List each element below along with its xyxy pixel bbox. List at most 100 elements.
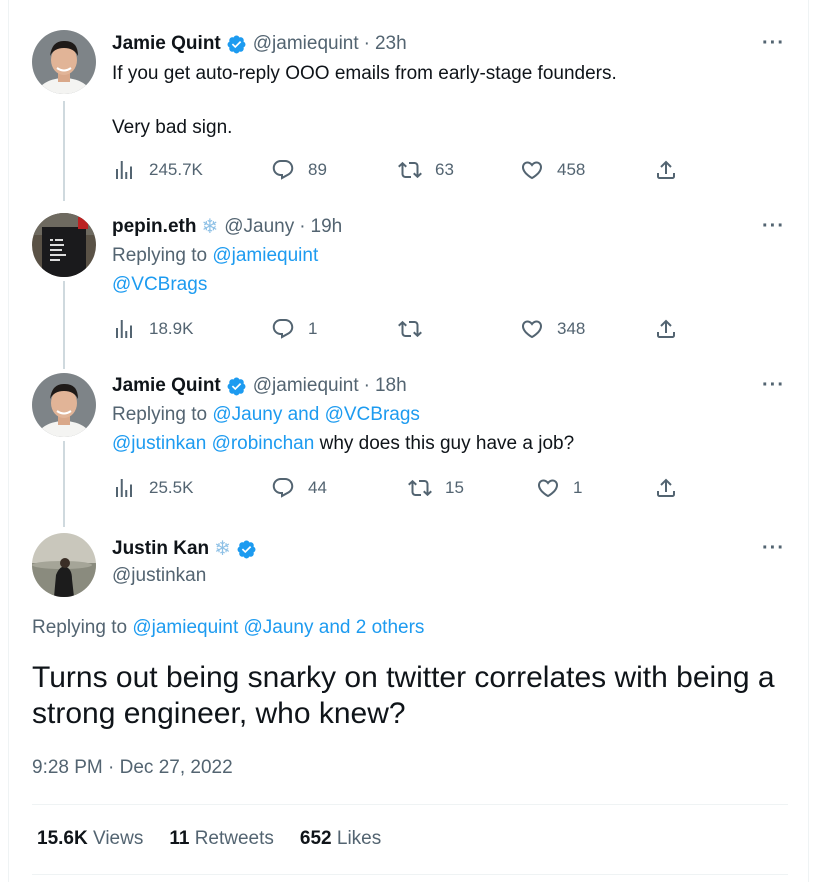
retweets-stat-label: Retweets (194, 828, 274, 849)
views-stat-count: 15.6K (37, 828, 88, 849)
author-handle[interactable]: @Jauny (224, 215, 294, 239)
thread-connector-line (63, 101, 65, 201)
author-name[interactable]: Jamie Quint (112, 374, 221, 398)
author-handle[interactable]: @jamiequint (253, 374, 359, 398)
more-options-icon[interactable]: ··· (762, 538, 788, 563)
more-options-icon[interactable]: ··· (762, 375, 788, 400)
views-button[interactable]: 245.7K (112, 158, 203, 182)
like-button[interactable]: 1 (536, 476, 582, 500)
views-count: 25.5K (149, 478, 194, 497)
separator-dot: · (299, 216, 306, 237)
views-stat-label: Views (92, 828, 144, 849)
like-count: 1 (573, 478, 583, 497)
likes-stat-count: 652 (299, 828, 332, 849)
reply-button[interactable]: 1 (271, 317, 317, 341)
replying-to-prefix: Replying to (112, 404, 208, 425)
divider (32, 804, 788, 805)
mention-link[interactable]: @justinkan (112, 433, 206, 454)
views-icon (116, 320, 132, 338)
separator-dot: · (363, 33, 370, 54)
retweet-count: 63 (435, 160, 454, 179)
replying-to-link[interactable]: @Jauny and @VCBrags (212, 404, 420, 425)
views-count: 18.9K (149, 319, 194, 338)
reply-count: 89 (308, 160, 327, 179)
reply-count: 44 (308, 478, 327, 497)
snowflake-icon: ❄ (201, 216, 219, 238)
heart-icon (537, 479, 559, 498)
tweet-actions: 18.9K 1 348 (112, 317, 682, 341)
author-handle[interactable]: @jamiequint (253, 32, 359, 56)
reply-count: 1 (308, 319, 318, 338)
reply-icon (272, 478, 294, 498)
views-button[interactable]: 18.9K (112, 317, 193, 341)
share-button[interactable] (654, 317, 678, 341)
verified-badge-icon (227, 377, 246, 395)
reply-icon (272, 160, 294, 180)
like-count: 458 (557, 160, 586, 179)
share-icon (657, 319, 675, 338)
retweet-button[interactable] (398, 317, 435, 341)
avatar[interactable] (32, 30, 96, 94)
replying-to-prefix: Replying to (32, 617, 128, 638)
views-count: 245.7K (149, 160, 203, 179)
like-button[interactable]: 348 (520, 317, 585, 341)
tweet-text-body: why does this guy have a job? (319, 433, 575, 454)
thread-connector-line (63, 281, 65, 369)
tweet-text: If you get auto-reply OOO emails from ea… (112, 63, 617, 84)
reply-button[interactable]: 89 (271, 158, 327, 182)
tweet-time[interactable]: 18h (375, 374, 407, 398)
tweet-actions: 245.7K 89 63 458 (112, 158, 682, 182)
retweet-button[interactable]: 15 (408, 476, 464, 500)
views-icon (116, 161, 132, 179)
replying-to: Replying to @jamiequint (112, 243, 318, 269)
reply-icon (272, 319, 294, 339)
retweets-stat-count: 11 (169, 828, 190, 849)
mention-link[interactable]: @robinchan (212, 433, 315, 454)
author-handle[interactable]: @justinkan (112, 563, 206, 589)
avatar[interactable] (32, 213, 96, 277)
heart-icon (521, 320, 543, 339)
tweet-time[interactable]: 23h (375, 32, 407, 56)
share-button[interactable] (654, 158, 678, 182)
retweet-count: 15 (445, 478, 464, 497)
likes-stat[interactable]: 652 Likes (300, 828, 381, 850)
tweet-timestamp[interactable]: 9:28 PM · Dec 27, 2022 (32, 757, 233, 779)
replying-to: Replying to @Jauny and @VCBrags (112, 402, 420, 428)
retweet-icon (408, 479, 432, 497)
author-name[interactable]: Justin Kan (112, 537, 209, 561)
retweet-button[interactable]: 63 (398, 158, 454, 182)
mention-link[interactable]: @VCBrags (112, 272, 207, 298)
views-icon (116, 479, 132, 497)
like-button[interactable]: 458 (520, 158, 585, 182)
author-name[interactable]: Jamie Quint (112, 32, 221, 56)
author-name[interactable]: pepin.eth (112, 215, 196, 239)
share-button[interactable] (654, 476, 678, 500)
share-icon (657, 478, 675, 497)
avatar[interactable] (32, 533, 96, 597)
retweets-stat[interactable]: 11 Retweets (169, 828, 274, 850)
reply-button[interactable]: 44 (271, 476, 327, 500)
engagement-stats: 15.6K Views 11 Retweets 652 Likes (37, 828, 407, 850)
views-button[interactable]: 25.5K (112, 476, 193, 500)
retweet-icon (398, 320, 422, 338)
more-options-icon[interactable]: ··· (762, 216, 788, 241)
views-stat: 15.6K Views (37, 828, 143, 850)
replying-to-link[interactable]: @jamiequint (212, 245, 318, 266)
tweet-text: Turns out being snarky on twitter correl… (32, 661, 775, 730)
replying-to-link[interactable]: @jamiequint @Jauny and 2 others (132, 617, 424, 638)
verified-badge-icon (227, 35, 246, 53)
tweet-time[interactable]: 19h (311, 215, 343, 239)
thread-connector-line (63, 441, 65, 527)
tweet-text: @justinkan @robinchan why does this guy … (112, 431, 574, 457)
separator-dot: · (363, 375, 370, 396)
share-icon (657, 160, 675, 179)
replying-to: Replying to @jamiequint @Jauny and 2 oth… (32, 617, 424, 639)
more-options-icon[interactable]: ··· (762, 33, 788, 58)
heart-icon (521, 161, 543, 180)
like-count: 348 (557, 319, 586, 338)
retweet-icon (398, 161, 422, 179)
verified-badge-icon (237, 540, 256, 558)
tweet-actions: 25.5K 44 15 1 (112, 476, 682, 500)
tweet-text: Very bad sign. (112, 117, 233, 138)
avatar[interactable] (32, 373, 96, 437)
